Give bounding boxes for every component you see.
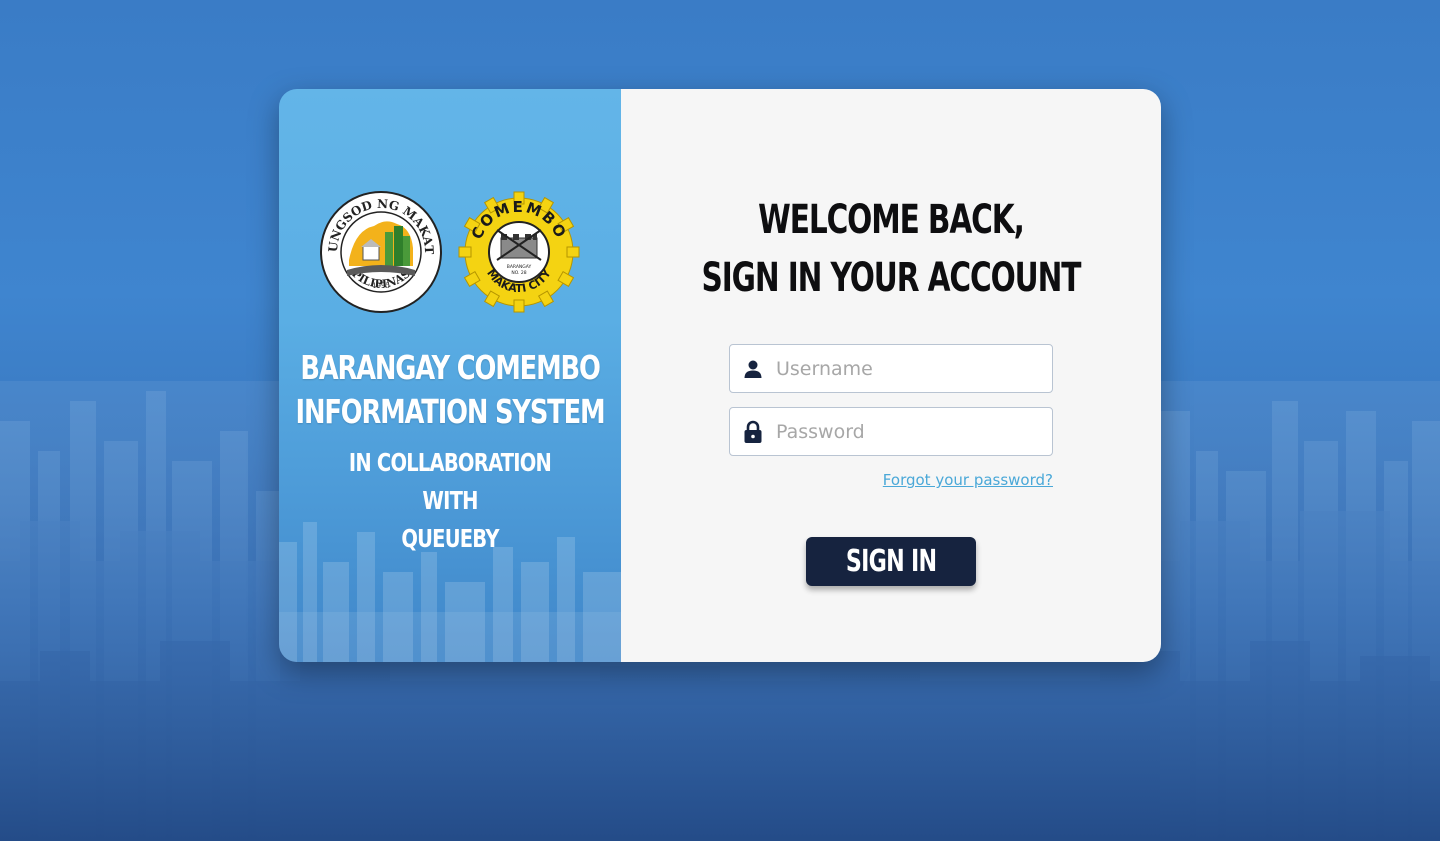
lock-icon [730, 420, 776, 444]
signin-panel: WELCOME BACK, SIGN IN YOUR ACCOUNT Usern… [621, 89, 1161, 662]
collaboration-text: IN COLLABORATION WITH QUEUEBY [321, 444, 578, 558]
collaboration-line1: IN COLLABORATION WITH [348, 448, 552, 515]
makati-city-seal-logo: LUNGSOD NG MAKATI PILIPINAS 1995 [319, 190, 442, 313]
sign-in-button-label: SIGN IN [845, 544, 937, 579]
welcome-heading-line2: SIGN IN YOUR ACCOUNT [701, 255, 1082, 301]
svg-text:1995: 1995 [372, 282, 390, 290]
system-title-line2: INFORMATION SYSTEM [295, 392, 606, 431]
sign-in-button[interactable]: SIGN IN [806, 537, 976, 586]
username-field[interactable] [729, 344, 1053, 393]
system-title-line1: BARANGAY COMEMBO [300, 348, 601, 387]
username-input[interactable] [776, 345, 1052, 392]
login-card: LUNGSOD NG MAKATI PILIPINAS 1995 [279, 89, 1161, 662]
collaboration-line2: QUEUEBY [401, 524, 499, 553]
welcome-heading: WELCOME BACK, SIGN IN YOUR ACCOUNT [701, 191, 1082, 307]
forgot-password-link[interactable]: Forgot your password? [729, 471, 1053, 489]
brand-panel: LUNGSOD NG MAKATI PILIPINAS 1995 [279, 89, 621, 662]
logo-group: LUNGSOD NG MAKATI PILIPINAS 1995 [319, 190, 581, 314]
user-icon [730, 359, 776, 379]
password-field[interactable] [729, 407, 1053, 456]
svg-text:NO. 28: NO. 28 [511, 270, 526, 276]
password-input[interactable] [776, 408, 1052, 455]
svg-text:BARANGAY: BARANGAY [507, 264, 532, 270]
barangay-comembo-seal-logo: COMEMBO MAKATI CITY BARANGAY NO. 28 [458, 191, 580, 313]
system-title: BARANGAY COMEMBO INFORMATION SYSTEM [286, 346, 614, 434]
welcome-heading-line1: WELCOME BACK, [758, 197, 1025, 243]
